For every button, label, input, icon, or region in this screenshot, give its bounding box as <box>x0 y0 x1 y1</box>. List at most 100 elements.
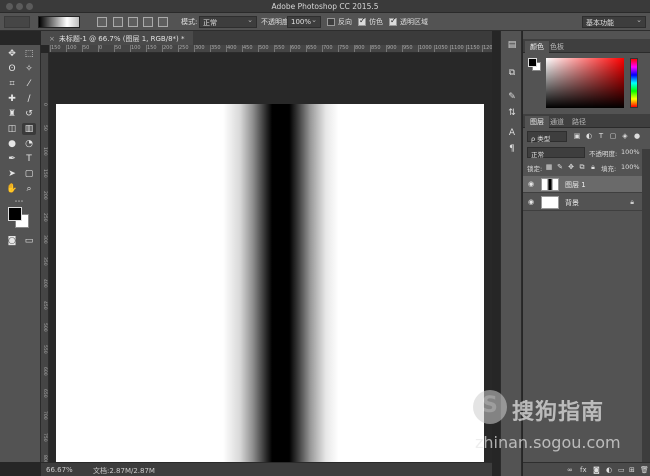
quick-mask-icon[interactable]: ◙ <box>5 235 19 247</box>
color-panel-foreground[interactable] <box>528 58 537 67</box>
clone-stamp-tool-icon[interactable]: ♜ <box>5 108 19 120</box>
shape-filter-icon[interactable]: ▢ <box>609 132 617 140</box>
ruler-tick-label: 700 <box>42 411 47 420</box>
transparency-checkbox[interactable] <box>389 16 397 26</box>
angle-gradient-icon[interactable] <box>128 17 138 27</box>
tools-panel: ✥ ⬚ ʘ ✧ ⌗ ⁄ ✚ ∕ ♜ ↺ ◫ ▥ ● ◔ ✒ T ➤ ▢ ✋ ⌕ … <box>0 45 41 462</box>
move-tool-icon[interactable]: ✥ <box>5 48 19 60</box>
type-filter-icon[interactable]: T <box>597 132 605 140</box>
filter-toggle-icon[interactable]: ● <box>633 132 641 140</box>
layer-mask-icon[interactable]: ◙ <box>593 466 600 474</box>
tool-preset-picker[interactable] <box>4 16 30 28</box>
layer-thumbnail <box>541 196 559 209</box>
gradient-tool-icon[interactable]: ▥ <box>22 123 36 135</box>
ruler-tick-label: 750 <box>338 45 349 52</box>
path-selection-tool-icon[interactable]: ➤ <box>5 168 19 180</box>
lock-pixels-icon[interactable]: ✎ <box>556 163 564 171</box>
dither-checkbox[interactable] <box>358 16 366 26</box>
crop-tool-icon[interactable]: ⌗ <box>5 78 19 90</box>
healing-brush-tool-icon[interactable]: ✚ <box>5 93 19 105</box>
layer-row-1[interactable]: ◉ 图层 1 <box>523 176 642 193</box>
reverse-checkbox[interactable] <box>327 18 335 26</box>
reflected-gradient-icon[interactable] <box>143 17 153 27</box>
magic-wand-tool-icon[interactable]: ✧ <box>22 63 36 75</box>
gradient-editor-swatch[interactable] <box>38 16 80 28</box>
hand-tool-icon[interactable]: ✋ <box>5 183 19 195</box>
lock-all-icon[interactable]: 🔒︎ <box>589 163 597 171</box>
ruler-tick-label: 1200 <box>482 45 492 52</box>
adjustment-layer-icon[interactable]: ◐ <box>606 466 612 474</box>
type-tool-icon[interactable]: T <box>22 153 36 165</box>
layer-style-icon[interactable]: fx <box>580 466 587 474</box>
smart-object-filter-icon[interactable]: ◈ <box>621 132 629 140</box>
ruler-tick-label: 250 <box>178 45 189 52</box>
ruler-tick-label: 850 <box>370 45 381 52</box>
lock-label: 锁定: <box>527 165 543 173</box>
lock-transparent-icon[interactable]: ▦ <box>545 163 553 171</box>
canvas-workspace[interactable] <box>49 53 492 471</box>
ruler-tick-label: 800 <box>354 45 365 52</box>
new-layer-icon[interactable]: ⊞ <box>629 466 635 474</box>
ruler-tick-label: 900 <box>386 45 397 52</box>
delete-layer-icon[interactable]: 🗑︎ <box>640 466 649 474</box>
window-title: Adobe Photoshop CC 2015.5 <box>271 2 379 11</box>
pen-tool-icon[interactable]: ✒ <box>5 153 19 165</box>
linear-gradient-icon[interactable] <box>97 17 107 27</box>
marquee-tool-icon[interactable]: ⬚ <box>22 48 36 60</box>
paragraph-panel-icon[interactable]: ¶ <box>506 143 518 155</box>
adjustment-filter-icon[interactable]: ◐ <box>585 132 593 140</box>
color-field[interactable] <box>546 58 624 108</box>
ruler-tick-label: 100 <box>42 147 47 156</box>
tab-swatches[interactable]: 色板 <box>545 41 569 53</box>
screen-mode-icon[interactable]: ▭ <box>22 235 36 247</box>
lock-artboard-icon[interactable]: ⧉ <box>578 163 586 171</box>
document-canvas[interactable] <box>56 104 484 471</box>
document-tab[interactable]: × 未标题-1 @ 66.7% (图层 1, RGB/8*) * <box>41 31 193 45</box>
character-panel-icon[interactable]: A <box>506 127 518 139</box>
adjustments-panel-icon[interactable]: ⇅ <box>506 107 518 119</box>
visibility-eye-icon[interactable]: ◉ <box>528 180 534 188</box>
watermark-brand: 搜狗指南 <box>512 400 605 425</box>
transparency-label: 透明区域 <box>400 18 428 26</box>
radial-gradient-icon[interactable] <box>113 17 123 27</box>
lock-position-icon[interactable]: ✥ <box>567 163 575 171</box>
mode-value: 正常 <box>203 19 217 27</box>
eyedropper-tool-icon[interactable]: ⁄ <box>22 78 36 90</box>
properties-panel-icon[interactable]: ⧉ <box>506 67 518 79</box>
history-panel-icon[interactable]: ▤ <box>506 39 518 51</box>
tab-paths[interactable]: 路径 <box>567 116 591 128</box>
close-tab-icon[interactable]: × <box>49 35 55 43</box>
brush-presets-icon[interactable]: ✎ <box>506 91 518 103</box>
diamond-gradient-icon[interactable] <box>158 17 168 27</box>
opacity-input[interactable]: 100% <box>287 16 321 28</box>
eraser-tool-icon[interactable]: ◫ <box>5 123 19 135</box>
layer-kind-filter[interactable]: ρ 类型 <box>527 131 567 143</box>
ruler-tick-label: 1050 <box>434 45 448 52</box>
layer-row-background[interactable]: ◉ 背景 🔒︎ <box>523 194 642 211</box>
dodge-tool-icon[interactable]: ◔ <box>22 138 36 150</box>
link-layers-icon[interactable]: ∞ <box>567 466 573 474</box>
mode-select[interactable]: 正常 <box>199 16 257 28</box>
ruler-tick-label: 800 <box>42 455 47 462</box>
blend-mode-select[interactable]: 正常 <box>527 147 585 159</box>
hue-slider[interactable] <box>630 58 638 108</box>
ruler-tick-label: 50 <box>81 45 90 52</box>
tab-channels[interactable]: 通道 <box>545 116 569 128</box>
brush-tool-icon[interactable]: ∕ <box>22 93 36 105</box>
zoom-tool-icon[interactable]: ⌕ <box>22 183 36 195</box>
blur-tool-icon[interactable]: ● <box>5 138 19 150</box>
fill-value[interactable]: 100% <box>621 163 640 171</box>
foreground-color-swatch[interactable] <box>8 207 22 221</box>
layers-scrollbar[interactable] <box>642 149 650 476</box>
new-group-icon[interactable]: ▭ <box>618 466 625 474</box>
pixel-filter-icon[interactable]: ▣ <box>573 132 581 140</box>
zoom-level[interactable]: 66.67% <box>46 466 73 474</box>
visibility-eye-icon[interactable]: ◉ <box>528 198 534 206</box>
layer-opacity-value[interactable]: 100% <box>621 148 640 156</box>
history-brush-tool-icon[interactable]: ↺ <box>22 108 36 120</box>
ruler-tick-label: 750 <box>42 433 47 442</box>
workspace-select[interactable]: 基本功能 <box>582 16 646 28</box>
lasso-tool-icon[interactable]: ʘ <box>5 63 19 75</box>
dither-label: 仿色 <box>369 18 383 26</box>
shape-tool-icon[interactable]: ▢ <box>22 168 36 180</box>
